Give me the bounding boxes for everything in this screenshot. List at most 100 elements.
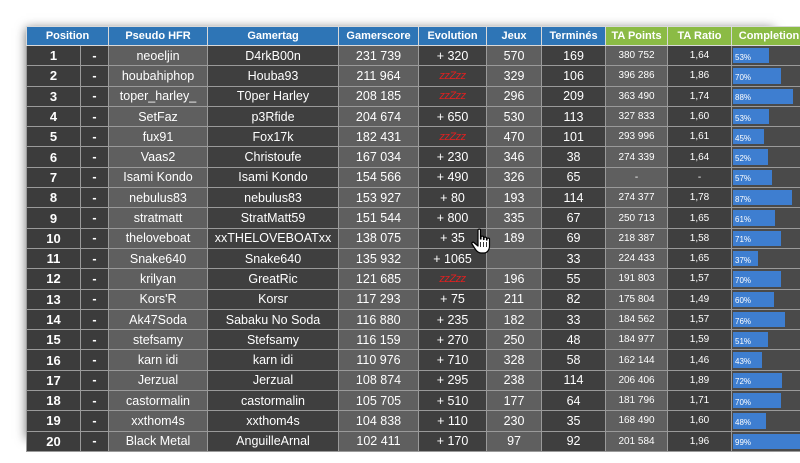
row-position: 9 [26, 207, 81, 229]
row-gamertag: xxTHELOVEBOATxx [207, 227, 340, 249]
row-position: 4 [26, 105, 81, 128]
row-ta-ratio: 1,46 [667, 349, 733, 371]
completion-label: 76% [735, 316, 752, 326]
row-evolution: + 510 [418, 390, 488, 412]
table-row[interactable]: 16- karn idi karn idi 110 976 + 710 328 58 162 … [26, 349, 800, 371]
row-gamerscore: 167 034 [338, 146, 420, 168]
table-row[interactable]: 7- Isami Kondo Isami Kondo 154 566 + 490 326 6… [26, 166, 800, 189]
row-ta-points: 396 286 [605, 65, 669, 87]
row-pseudo: stratmatt [108, 207, 209, 229]
row-completion: 43% [731, 349, 800, 371]
row-termines: 82 [541, 288, 607, 310]
table-row[interactable]: 20- Black Metal AnguilleArnal 102 411 + 170 9… [26, 430, 800, 452]
row-jeux: 328 [486, 349, 543, 371]
row-position: 18 [26, 390, 81, 412]
row-gamerscore: 231 739 [338, 44, 420, 67]
header-pseudo[interactable]: Pseudo HFR [108, 26, 209, 46]
row-dash: - [79, 105, 110, 128]
header-position[interactable]: Position [25, 26, 110, 46]
row-pseudo: Black Metal [108, 430, 209, 452]
row-jeux: 296 [486, 85, 543, 107]
row-jeux: 193 [486, 187, 543, 209]
row-ta-ratio: 1,60 [667, 105, 733, 128]
row-dash: - [79, 146, 110, 168]
row-evolution: + 235 [418, 308, 488, 331]
completion-label: 60% [735, 296, 752, 306]
completion-label: 72% [735, 377, 752, 387]
row-dash: - [79, 207, 110, 229]
leaderboard-frame: Position Pseudo HFR Gamertag Gamerscore … [25, 26, 800, 452]
table-row[interactable]: 17- Jerzual Jerzual 108 874 + 295 238 114 206 4… [26, 369, 800, 392]
row-dash: - [79, 247, 110, 270]
row-dash: - [79, 85, 110, 107]
row-completion: 48% [731, 410, 800, 432]
row-ta-points: 191 803 [605, 268, 669, 290]
header-evolution[interactable]: Evolution [418, 26, 488, 46]
row-evolution: + 650 [418, 105, 488, 128]
row-ta-ratio: 1,96 [667, 430, 733, 452]
row-termines: 209 [541, 85, 607, 107]
table-row[interactable]: 11- Snake640 Snake640 135 932 + 1065 33 224 43… [26, 247, 800, 270]
table-row[interactable]: 9- stratmatt StratMatt59 151 544 + 800 335 67 2… [26, 207, 800, 229]
completion-label: 61% [735, 215, 752, 225]
row-ta-ratio: 1,65 [667, 247, 733, 270]
row-pseudo: Vaas2 [108, 146, 209, 168]
row-jeux: 97 [486, 430, 543, 452]
row-ta-ratio: 1,49 [667, 288, 733, 310]
table-row[interactable]: 12- krilyan GreatRic 121 685 zzZzz 196 55 191 8… [26, 268, 800, 290]
row-evolution: + 80 [418, 187, 488, 209]
row-evolution: + 320 [418, 44, 488, 67]
row-jeux: 326 [486, 166, 543, 189]
row-evolution: + 295 [418, 369, 488, 392]
header-jeux[interactable]: Jeux [486, 26, 543, 46]
row-evolution: zzZzz [418, 126, 488, 148]
row-pseudo: krilyan [108, 268, 209, 290]
table-row[interactable]: 3- toper_harley_ T0per Harley 208 185 zzZzz 2… [26, 85, 800, 107]
row-jeux: 182 [486, 308, 543, 331]
row-position: 13 [26, 288, 81, 310]
table-row[interactable]: 4- SetFaz p3Rfide 204 674 + 650 530 113 327 833… [26, 105, 800, 128]
row-dash: - [79, 65, 110, 87]
row-ta-points: 184 562 [605, 308, 669, 331]
table-row[interactable]: 10- theloveboat xxTHELOVEBOATxx 138 075 + 35… [26, 227, 800, 249]
table-row[interactable]: 2- houbahiphop Houba93 211 964 zzZzz 329 106 39… [26, 65, 800, 87]
table-row[interactable]: 18- castormalin castormalin 105 705 + 510 177… [26, 390, 800, 412]
row-completion: 70% [731, 65, 800, 87]
row-ta-ratio: 1,78 [667, 187, 733, 209]
row-ta-ratio: 1,60 [667, 410, 733, 432]
header-completion[interactable]: Completion [731, 26, 800, 46]
row-gamertag: T0per Harley [207, 85, 340, 107]
row-termines: 38 [541, 146, 607, 168]
row-jeux: 177 [486, 390, 543, 412]
header-ta-ratio[interactable]: TA Ratio [667, 26, 733, 46]
row-pseudo: houbahiphop [108, 65, 209, 87]
table-row[interactable]: 5- fux91 Fox17k 182 431 zzZzz 470 101 293 996 1,… [26, 126, 800, 148]
header-termines[interactable]: Terminés [541, 26, 607, 46]
table-row[interactable]: 19- xxthom4s xxthom4s 104 838 + 110 230 35 168 … [26, 410, 800, 432]
row-pseudo: Kors'R [108, 288, 209, 310]
hand-cursor-icon [471, 228, 491, 254]
row-ta-ratio: 1,58 [667, 227, 733, 249]
row-evolution: + 800 [418, 207, 488, 229]
row-gamertag: StratMatt59 [207, 207, 340, 229]
row-gamerscore: 102 411 [338, 430, 420, 452]
table-row[interactable]: 6- Vaas2 Christoufe 167 034 + 230 346 38 274 33… [26, 146, 800, 168]
table-row[interactable]: 1- neoeljin D4rkB00n 231 739 + 320 570 169 380 … [26, 44, 800, 67]
table-row[interactable]: 15- stefsamy Stefsamy 116 159 + 270 250 48 184 … [26, 329, 800, 351]
table-row[interactable]: 13- Kors'R Korsr 117 293 + 75 211 82 175 804 1,4… [26, 288, 800, 310]
row-gamerscore: 138 075 [338, 227, 420, 249]
completion-label: 70% [735, 275, 752, 285]
row-termines: 106 [541, 65, 607, 87]
row-completion: 76% [731, 308, 800, 331]
row-gamerscore: 153 927 [338, 187, 420, 209]
header-gamerscore[interactable]: Gamerscore [338, 26, 420, 46]
table-row[interactable]: 8- nebulus83 nebulus83 153 927 + 80 193 114 274… [26, 187, 800, 209]
row-dash: - [79, 410, 110, 432]
row-ta-ratio: 1,57 [667, 308, 733, 331]
row-jeux: 335 [486, 207, 543, 229]
row-completion: 45% [731, 126, 800, 148]
row-gamertag: Korsr [207, 288, 340, 310]
table-row[interactable]: 14- Ak47Soda Sabaku No Soda 116 880 + 235 182… [26, 308, 800, 331]
header-gamertag[interactable]: Gamertag [207, 26, 340, 46]
header-ta-points[interactable]: TA Points [605, 26, 669, 46]
